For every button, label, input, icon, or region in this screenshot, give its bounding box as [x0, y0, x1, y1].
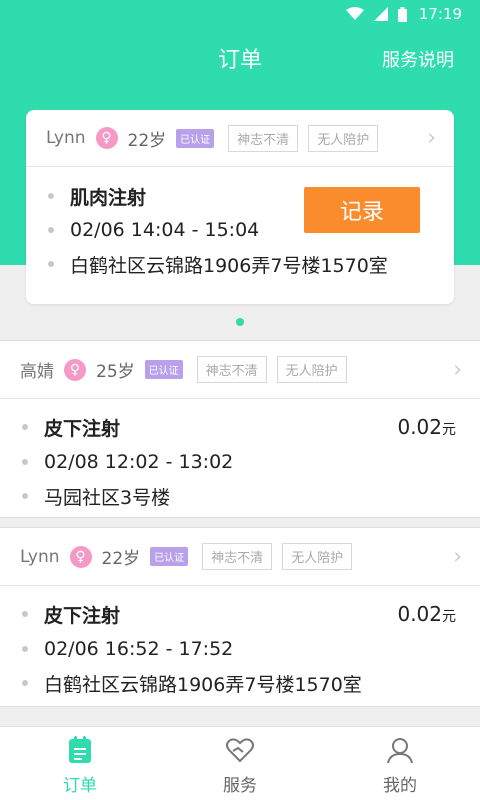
order-user-row[interactable]: Lynn ♀ 22岁 已认证 神志不清 无人陪护 ›: [0, 528, 480, 586]
bottom-navigation: 订单 服务 我的: [0, 726, 480, 800]
verified-badge: 已认证: [176, 128, 215, 148]
featured-user-row[interactable]: Lynn ♀ 22岁 已认证 神志不清 无人陪护 ›: [26, 110, 454, 167]
address-row: 白鹤社区云锦路1906弄7号楼1570室: [48, 247, 454, 281]
order-card[interactable]: Lynn ♀ 22岁 已认证 神志不清 无人陪护 › 皮下注射 0.02元 02…: [0, 527, 480, 707]
order-user-row[interactable]: 高婧 ♀ 25岁 已认证 神志不清 无人陪护 ›: [0, 341, 480, 399]
record-button[interactable]: 记录: [304, 187, 420, 233]
time-row: 02/08 12:02 - 13:02: [22, 445, 480, 479]
service-row: 皮下注射 0.02元: [22, 596, 480, 632]
user-name: Lynn: [20, 546, 60, 567]
bullet-dot: [22, 459, 28, 465]
bullet-dot: [22, 424, 28, 430]
nav-orders[interactable]: 订单: [0, 727, 160, 800]
nav-services[interactable]: 服务: [160, 727, 320, 800]
clipboard-icon: [64, 735, 96, 765]
bullet-dot: [22, 493, 28, 499]
featured-order-card[interactable]: Lynn ♀ 22岁 已认证 神志不清 无人陪护 › 肌肉注射 02/06 14…: [26, 110, 454, 304]
price-unit: 元: [442, 422, 456, 438]
bullet-dot: [48, 193, 54, 199]
status-time: 17:19: [418, 5, 462, 23]
price-value: 0.02: [397, 602, 442, 626]
nav-label: 服务: [223, 776, 257, 796]
tag-confused: 神志不清: [228, 124, 299, 152]
service-name: 肌肉注射: [70, 186, 147, 209]
verified-badge: 已认证: [150, 547, 189, 566]
service-name: 皮下注射: [44, 604, 121, 627]
nav-mine[interactable]: 我的: [320, 727, 480, 800]
tag-confused: 神志不清: [202, 543, 273, 570]
user-age: 22岁: [101, 549, 141, 569]
address-row: 马园社区3号楼: [22, 479, 480, 513]
verified-badge: 已认证: [144, 360, 183, 379]
appointment-time: 02/06 14:04 - 15:04: [70, 219, 260, 241]
bullet-dot: [22, 646, 28, 652]
person-icon: [384, 735, 416, 765]
female-icon: ♀: [95, 127, 118, 149]
user-name: Lynn: [46, 128, 86, 148]
chevron-right-icon: ›: [453, 357, 462, 382]
time-row: 02/06 16:52 - 17:52: [22, 632, 480, 666]
chevron-right-icon: ›: [453, 544, 462, 569]
user-age: 25岁: [96, 362, 135, 382]
price-unit: 元: [442, 609, 456, 625]
service-row: 皮下注射 0.02元: [22, 409, 480, 445]
tag-unaccompanied: 无人陪护: [276, 356, 347, 383]
bullet-dot: [48, 227, 54, 233]
bullet-dot: [22, 611, 28, 617]
signal-icon: [373, 7, 388, 21]
address: 马园社区3号楼: [44, 486, 171, 509]
service-info-link[interactable]: 服务说明: [382, 46, 454, 72]
order-details: 皮下注射 0.02元 02/08 12:02 - 13:02 马园社区3号楼: [0, 409, 480, 513]
tag-confused: 神志不清: [196, 356, 267, 383]
user-name: 高婧: [20, 362, 54, 382]
appointment-time: 02/08 12:02 - 13:02: [44, 451, 234, 473]
nav-label: 我的: [383, 776, 417, 796]
order-details: 皮下注射 0.02元 02/06 16:52 - 17:52 白鹤社区云锦路19…: [0, 596, 480, 700]
user-age: 22岁: [127, 130, 167, 151]
price: 0.02元: [397, 415, 456, 439]
carousel-indicator: [236, 318, 244, 326]
appointment-time: 02/06 16:52 - 17:52: [44, 638, 234, 660]
price-value: 0.02: [397, 415, 442, 439]
tag-unaccompanied: 无人陪护: [308, 124, 379, 152]
bullet-dot: [48, 261, 54, 267]
address: 白鹤社区云锦路1906弄7号楼1570室: [44, 673, 362, 696]
chevron-right-icon: ›: [427, 125, 436, 151]
tag-unaccompanied: 无人陪护: [282, 543, 353, 570]
address: 白鹤社区云锦路1906弄7号楼1570室: [70, 254, 388, 277]
address-row: 白鹤社区云锦路1906弄7号楼1570室: [22, 666, 480, 700]
wifi-icon: [345, 7, 364, 21]
service-name: 皮下注射: [44, 417, 121, 440]
order-card[interactable]: 高婧 ♀ 25岁 已认证 神志不清 无人陪护 › 皮下注射 0.02元 02/0…: [0, 340, 480, 518]
price: 0.02元: [397, 602, 456, 626]
status-bar: 17:19: [0, 0, 480, 28]
app-header: 订单 服务说明: [0, 28, 480, 88]
battery-icon: [397, 6, 407, 22]
heart-hand-icon: [224, 735, 256, 765]
nav-label: 订单: [63, 776, 97, 796]
female-icon: ♀: [69, 545, 92, 568]
female-icon: ♀: [64, 358, 86, 381]
bullet-dot: [22, 680, 28, 686]
